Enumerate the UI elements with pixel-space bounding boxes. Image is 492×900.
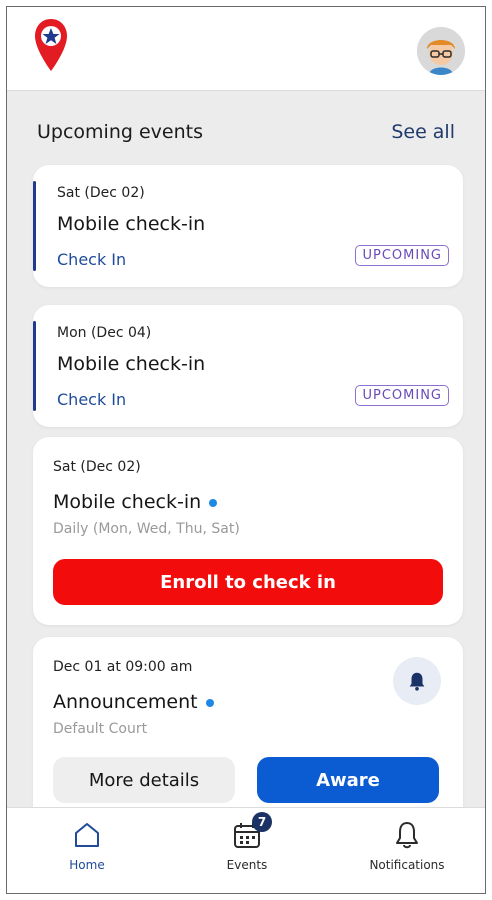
enroll-card: Sat (Dec 02) Mobile check-in Daily (Mon,… (33, 437, 463, 625)
upcoming-events-header: Upcoming events See all (37, 117, 455, 147)
announcement-title-text: Announcement (53, 691, 198, 713)
user-avatar-icon (417, 27, 465, 75)
announcement-title: Announcement (53, 691, 214, 713)
map-pin-star-logo-icon[interactable] (33, 17, 69, 73)
unread-dot-icon (209, 498, 218, 507)
app-header (7, 7, 485, 91)
calendar-icon: 7 (230, 812, 272, 852)
section-title: Upcoming events (37, 121, 203, 143)
schedule-text: Daily (Mon, Wed, Thu, Sat) (53, 521, 240, 537)
avatar[interactable] (417, 27, 465, 75)
nav-notifications[interactable]: Notifications (347, 818, 467, 872)
nav-events[interactable]: 7 Events (187, 812, 307, 872)
event-date: Mon (Dec 04) (57, 325, 152, 341)
aware-button[interactable]: Aware (257, 757, 439, 803)
app-frame: Upcoming events See all Sat (Dec 02) Mob… (6, 6, 486, 894)
nav-events-label: Events (226, 858, 268, 872)
check-in-link[interactable]: Check In (57, 250, 126, 269)
event-title: Mobile check-in (53, 491, 218, 513)
unread-dot-icon (205, 698, 214, 707)
nav-notifications-label: Notifications (369, 858, 445, 872)
court-text: Default Court (53, 721, 148, 737)
events-count-badge: 7 (252, 812, 272, 832)
nav-home-label: Home (69, 858, 105, 872)
event-date: Sat (Dec 02) (57, 185, 145, 201)
enroll-button[interactable]: Enroll to check in (53, 559, 443, 605)
nav-home[interactable]: Home (27, 818, 147, 872)
bell-icon (390, 818, 424, 852)
notify-bell-button[interactable] (393, 657, 441, 705)
bell-icon (409, 672, 425, 691)
event-title: Mobile check-in (57, 213, 206, 235)
event-card[interactable]: Sat (Dec 02) Mobile check-in Check In UP… (33, 165, 463, 287)
more-details-button[interactable]: More details (53, 757, 235, 803)
event-title: Mobile check-in (57, 353, 206, 375)
check-in-link[interactable]: Check In (57, 390, 126, 409)
bottom-navigation: Home 7 Events Notifications (7, 807, 485, 893)
event-card[interactable]: Mon (Dec 04) Mobile check-in Check In UP… (33, 305, 463, 427)
event-date: Sat (Dec 02) (53, 459, 141, 475)
event-title-text: Mobile check-in (53, 491, 202, 513)
see-all-link[interactable]: See all (391, 121, 455, 143)
status-badge: UPCOMING (355, 245, 449, 266)
status-badge: UPCOMING (355, 385, 449, 406)
home-icon (70, 818, 104, 852)
announcement-date: Dec 01 at 09:00 am (53, 659, 193, 675)
